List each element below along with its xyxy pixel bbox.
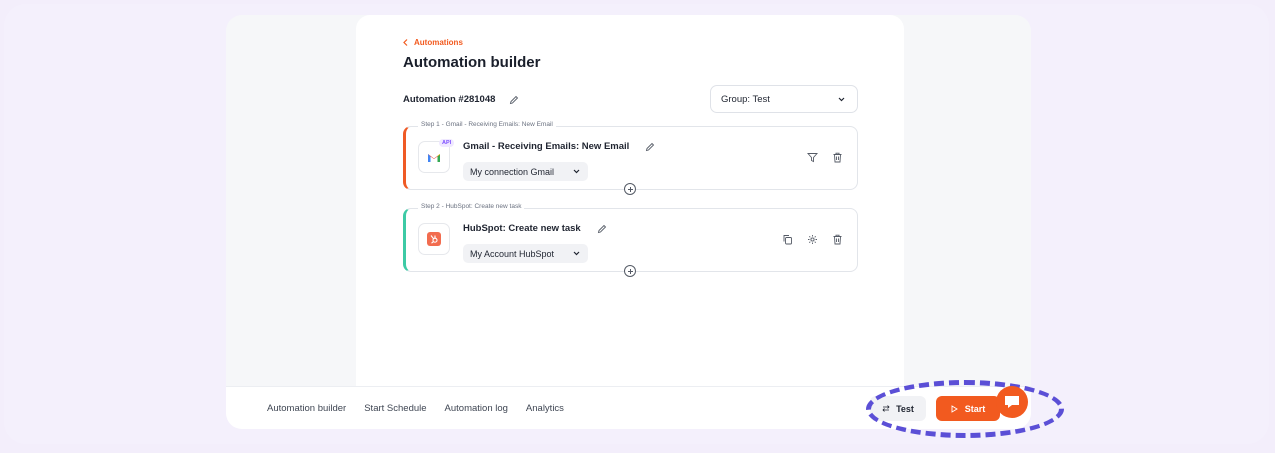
- app-window: Automations Automation builder Automatio…: [226, 15, 1031, 429]
- automation-name: Automation #281048: [403, 94, 519, 105]
- nav-automation-builder[interactable]: Automation builder: [267, 403, 346, 414]
- gmail-icon: [428, 153, 440, 162]
- play-icon: [951, 404, 958, 413]
- step-title: HubSpot: Create new task: [463, 223, 607, 234]
- step-legend: Step 1 - Gmail - Receiving Emails: New E…: [418, 121, 556, 128]
- chat-widget-button[interactable]: [996, 386, 1028, 418]
- chat-icon: [1005, 396, 1019, 408]
- step-title-label: HubSpot: Create new task: [463, 223, 581, 234]
- gear-icon[interactable]: [807, 234, 818, 245]
- step-title-label: Gmail - Receiving Emails: New Email: [463, 141, 630, 152]
- step-card-2[interactable]: Step 2 - HubSpot: Create new task HubSpo…: [403, 203, 858, 277]
- nav-start-schedule[interactable]: Start Schedule: [364, 403, 426, 414]
- start-button-label: Start: [964, 403, 986, 414]
- plus-icon: [627, 268, 633, 274]
- connection-select[interactable]: My connection Gmail: [463, 162, 588, 181]
- hubspot-app-icon: [418, 223, 450, 255]
- back-link[interactable]: Automations: [403, 38, 463, 47]
- pencil-icon[interactable]: [645, 142, 655, 152]
- builder-panel: Automations Automation builder Automatio…: [356, 15, 904, 386]
- connection-select-value: My connection Gmail: [470, 166, 555, 177]
- plus-icon: [627, 186, 633, 192]
- trash-icon[interactable]: [832, 234, 843, 245]
- trash-icon[interactable]: [832, 152, 843, 163]
- nav-analytics[interactable]: Analytics: [526, 403, 564, 414]
- add-step-button[interactable]: [624, 183, 636, 195]
- step-card-1[interactable]: Step 1 - Gmail - Receiving Emails: New E…: [403, 121, 858, 195]
- footer-bar: Automation builder Start Schedule Automa…: [226, 386, 1031, 429]
- group-select-value: Group: Test: [721, 93, 770, 105]
- filter-icon[interactable]: [807, 152, 818, 163]
- step-legend: Step 2 - HubSpot: Create new task: [418, 203, 525, 210]
- step-actions: [782, 234, 843, 245]
- step-actions: [807, 152, 843, 163]
- connection-select[interactable]: My Account HubSpot: [463, 244, 588, 263]
- hubspot-icon: [427, 232, 441, 246]
- swap-arrows-icon: [882, 405, 890, 412]
- test-button[interactable]: Test: [870, 396, 926, 421]
- back-link-label: Automations: [414, 38, 463, 47]
- start-button[interactable]: Start: [936, 396, 1000, 421]
- pencil-icon[interactable]: [509, 95, 519, 105]
- copy-icon[interactable]: [782, 234, 793, 245]
- add-step-button[interactable]: [624, 265, 636, 277]
- chevron-down-icon: [838, 97, 845, 101]
- api-badge: API: [439, 139, 455, 147]
- test-button-label: Test: [896, 403, 914, 414]
- step-title: Gmail - Receiving Emails: New Email: [463, 141, 655, 152]
- footer-nav: Automation builder Start Schedule Automa…: [267, 403, 564, 414]
- chevron-down-icon: [573, 169, 580, 174]
- chevron-down-icon: [573, 251, 580, 256]
- pencil-icon[interactable]: [597, 224, 607, 234]
- group-select[interactable]: Group: Test: [710, 85, 858, 113]
- page-title: Automation builder: [403, 54, 541, 71]
- connection-select-value: My Account HubSpot: [470, 248, 555, 259]
- nav-automation-log[interactable]: Automation log: [445, 403, 508, 414]
- automation-name-label: Automation #281048: [403, 94, 496, 105]
- chevron-left-icon: [403, 39, 408, 46]
